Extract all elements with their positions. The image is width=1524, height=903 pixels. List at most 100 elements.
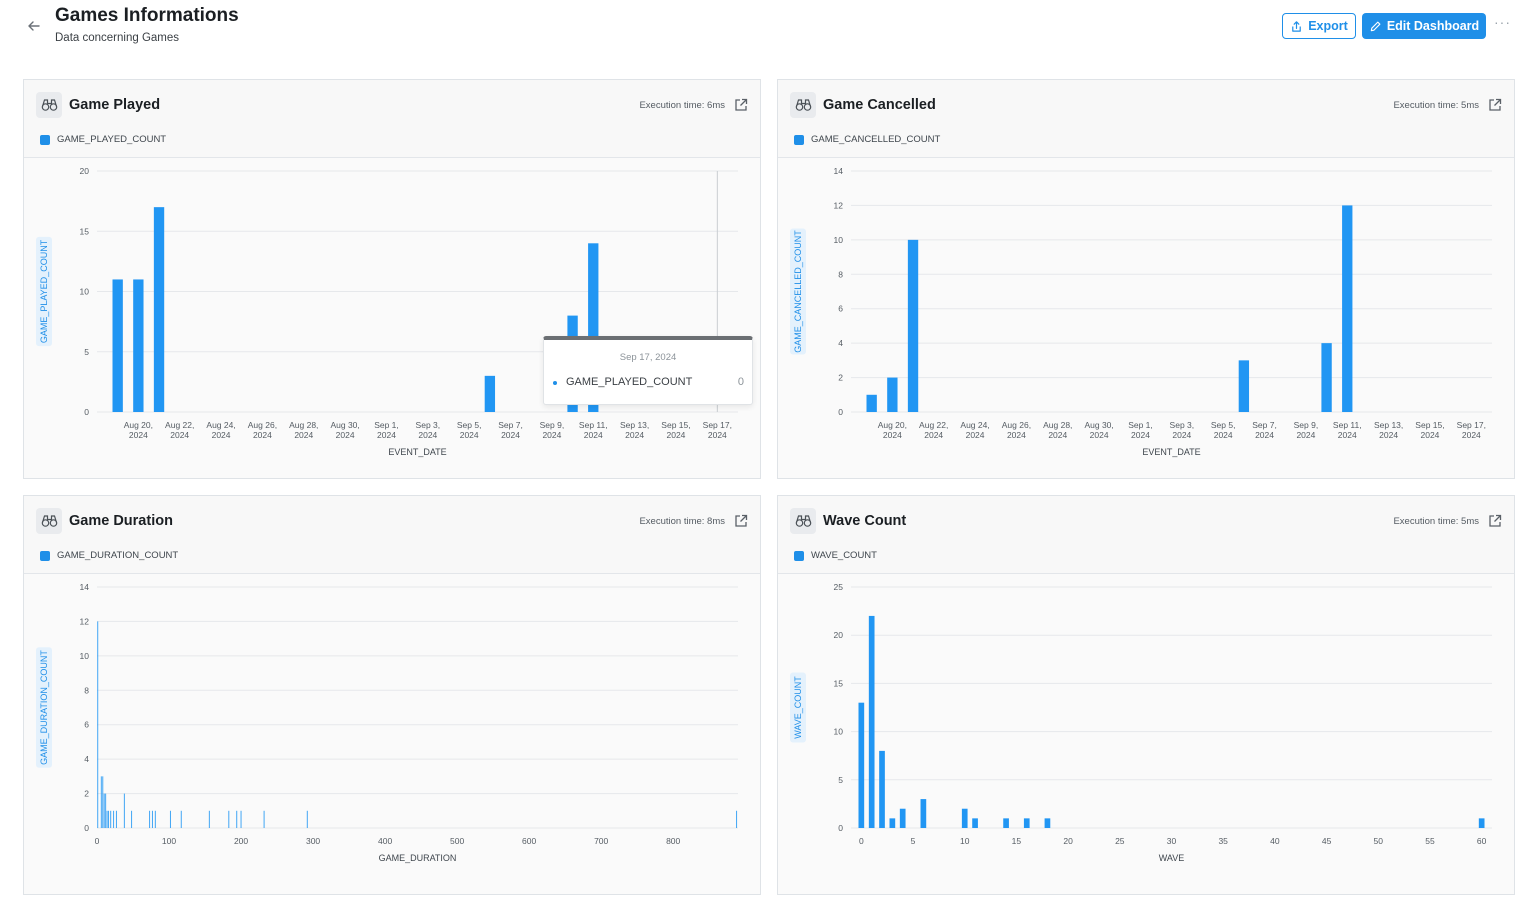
y-axis-label: GAME_CANCELLED_COUNT: [793, 230, 803, 353]
card-title: Wave Count: [823, 513, 907, 529]
chart-bar: [103, 793, 105, 828]
legend-item[interactable]: GAME_CANCELLED_COUNT: [794, 134, 940, 145]
chart-bar: [1342, 205, 1353, 412]
edit-dashboard-button[interactable]: Edit Dashboard: [1362, 13, 1486, 39]
chart-card-game-played: Game Played Execution time: 6ms GAME_PLA…: [23, 79, 761, 479]
chart-bar: [920, 799, 927, 828]
x-tick-label: 15: [1012, 836, 1022, 846]
x-tick-label: Sep 15,: [1415, 420, 1444, 430]
chart-bar: [1023, 818, 1030, 828]
x-tick-label: Aug 26,: [248, 420, 277, 430]
chart-bar: [169, 810, 171, 828]
legend-item[interactable]: GAME_DURATION_COUNT: [40, 550, 178, 561]
page-title: Games Informations: [55, 5, 239, 26]
y-tick-label: 15: [80, 226, 90, 236]
x-tick-label: 55: [1425, 836, 1435, 846]
x-tick-label: Sep 9,: [540, 420, 565, 430]
legend-swatch: [40, 134, 50, 145]
y-tick-label: 10: [80, 651, 90, 661]
binoculars-icon: [36, 508, 62, 534]
external-link-icon[interactable]: [733, 513, 749, 529]
x-tick-label: 2024: [1379, 430, 1398, 440]
legend-swatch: [794, 550, 804, 561]
card-title: Game Duration: [69, 513, 173, 529]
x-tick-label: 2024: [924, 430, 943, 440]
chart-bar: [887, 377, 898, 412]
y-tick-label: 8: [84, 685, 89, 695]
x-tick-label: 60: [1477, 836, 1487, 846]
y-tick-label: 4: [84, 754, 89, 764]
chart-bar: [1238, 360, 1250, 412]
chart-bar: [240, 810, 242, 828]
x-tick-label: 5: [911, 836, 916, 846]
pencil-icon: [1370, 21, 1381, 31]
x-tick-label: Aug 22,: [919, 420, 948, 430]
chart-bar: [105, 793, 107, 828]
chart-bar: [133, 279, 144, 412]
y-tick-label: 2: [84, 789, 89, 799]
x-tick-label: Aug 30,: [330, 420, 359, 430]
x-tick-label: Sep 17,: [703, 420, 732, 430]
chart-bar: [306, 810, 308, 828]
x-tick-label: 2024: [625, 430, 644, 440]
x-tick-label: Aug 20,: [124, 420, 153, 430]
chart-bar: [115, 810, 117, 828]
back-arrow-icon[interactable]: [24, 16, 44, 36]
tooltip-series-dot: [553, 381, 557, 385]
execution-time: Execution time: 5ms: [1393, 516, 1479, 527]
external-link-icon[interactable]: [1487, 97, 1503, 113]
chart-bar: [151, 810, 153, 828]
chart-card-game-duration: Game Duration Execution time: 8ms GAME_D…: [23, 495, 761, 895]
x-tick-label: 800: [666, 836, 680, 846]
chart-bar: [131, 810, 133, 828]
y-tick-label: 5: [84, 347, 89, 357]
x-tick-label: 2024: [1007, 430, 1026, 440]
x-tick-label: Sep 5,: [1211, 420, 1236, 430]
bar-chart: 0 5 10 15 20 25 0 5 10 15 20 25 30 35 40 45 50 55 60 WAVE WA…: [790, 582, 1492, 863]
legend-label: GAME_CANCELLED_COUNT: [811, 134, 941, 145]
external-link-icon[interactable]: [1487, 513, 1503, 529]
legend-item[interactable]: GAME_PLAYED_COUNT: [40, 134, 166, 145]
x-tick-label: 2024: [542, 430, 561, 440]
x-tick-label: 2024: [336, 430, 355, 440]
x-tick-label: 2024: [253, 430, 272, 440]
y-tick-label: 0: [838, 823, 843, 833]
card-header: Game Cancelled Execution time: 5ms GAME_…: [778, 80, 1514, 158]
x-tick-label: Sep 11,: [1333, 420, 1362, 430]
x-tick-label: Aug 24,: [206, 420, 235, 430]
x-tick-label: Aug 28,: [289, 420, 318, 430]
legend-swatch: [40, 550, 50, 561]
edit-dashboard-label: Edit Dashboard: [1386, 19, 1480, 33]
chart-card-game-cancelled: Game Cancelled Execution time: 5ms GAME_…: [777, 79, 1515, 479]
x-tick-label: Sep 3,: [1170, 420, 1195, 430]
bar-chart: 02468101214Aug 20,2024Aug 22,2024Aug 24,…: [790, 166, 1492, 457]
x-tick-label: 2024: [1338, 430, 1357, 440]
export-button[interactable]: Export: [1282, 13, 1356, 39]
chart-bar: [153, 207, 165, 412]
chart-bar: [1003, 818, 1009, 828]
card-title: Game Cancelled: [823, 97, 936, 113]
bar-chart: 0 2 4 6 8 10 12 14 0 100 200 300 400 500 600 700 800 GAME…: [36, 582, 738, 863]
y-tick-label: 10: [80, 287, 90, 297]
x-tick-label: 30: [1167, 836, 1177, 846]
chart-bar: [868, 615, 875, 828]
more-options-icon[interactable]: ···: [1494, 14, 1511, 30]
chart-bar: [208, 810, 210, 828]
x-tick-label: 2024: [1048, 430, 1067, 440]
tooltip-date: Sep 17, 2024: [619, 352, 677, 363]
chart-bar: [858, 702, 865, 828]
chart-bar: [889, 818, 896, 828]
y-tick-label: 0: [84, 407, 89, 417]
chart-bar: [866, 394, 877, 412]
x-tick-label: 2024: [1131, 430, 1150, 440]
y-tick-label: 15: [834, 678, 844, 688]
card-header: Game Duration Execution time: 8ms GAME_D…: [24, 496, 760, 574]
y-axis-label: GAME_DURATION_COUNT: [39, 650, 49, 765]
chart-bar: [899, 808, 906, 828]
chart-bar: [180, 810, 182, 828]
export-label: Export: [1308, 19, 1348, 33]
chart-bar: [102, 776, 104, 828]
external-link-icon[interactable]: [733, 97, 749, 113]
legend-item[interactable]: WAVE_COUNT: [794, 550, 877, 561]
chart-bar: [123, 793, 125, 828]
